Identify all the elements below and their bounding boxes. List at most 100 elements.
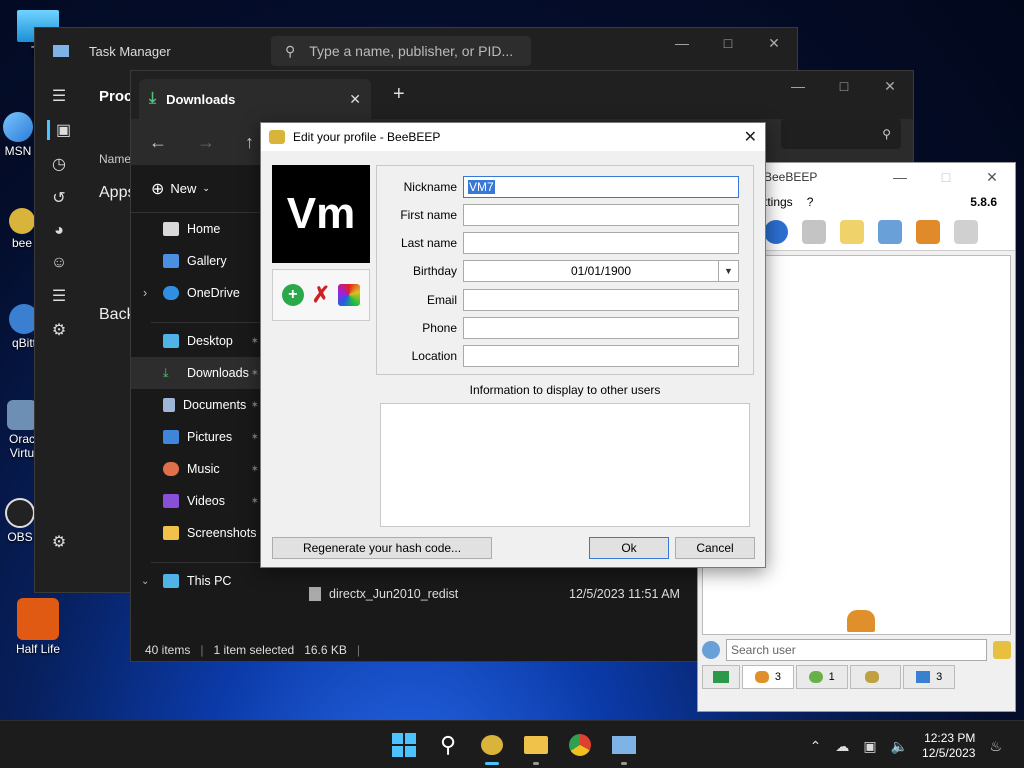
users-icon[interactable]: ☺ xyxy=(51,254,67,272)
start-button[interactable] xyxy=(388,729,420,761)
maximize-button[interactable]: □ xyxy=(821,71,867,101)
new-button-label: New xyxy=(170,181,197,196)
sidebar-item-home[interactable]: Home xyxy=(131,213,261,245)
close-button[interactable]: ✕ xyxy=(969,163,1015,191)
sidebar-item-pictures[interactable]: Pictures ✶ xyxy=(131,421,261,453)
hamburger-menu-icon[interactable]: ☰ xyxy=(52,86,66,106)
chevron-down-icon[interactable]: ▼ xyxy=(718,261,738,281)
phone-label: Phone xyxy=(422,321,457,335)
download-icon: ⤓ xyxy=(149,90,157,107)
users-icon xyxy=(754,671,769,683)
new-tab-button[interactable]: + xyxy=(393,83,405,106)
plugin-icon[interactable] xyxy=(878,219,902,244)
sidebar-item-screenshots[interactable]: Screenshots xyxy=(131,517,261,549)
close-button[interactable]: ✕ xyxy=(867,71,913,101)
phone-field[interactable] xyxy=(463,317,739,339)
sidebar-item-onedrive[interactable]: › OneDrive xyxy=(131,277,261,309)
tab-chats[interactable]: 1 xyxy=(795,665,848,689)
startup-apps-icon[interactable]: ◕ xyxy=(54,222,64,240)
search-settings-icon[interactable] xyxy=(702,641,720,659)
tab-groups[interactable] xyxy=(849,665,902,689)
tab-home[interactable] xyxy=(702,665,740,689)
close-tab-icon[interactable]: ✕ xyxy=(349,91,361,108)
trash-icon[interactable] xyxy=(954,219,978,244)
menu-settings[interactable]: ttings xyxy=(764,195,793,209)
sidebar-item-this-pc[interactable]: ⌄ This PC xyxy=(131,565,261,597)
edit-icon[interactable] xyxy=(840,219,864,244)
profile-form: Nickname VM7 First name Last name Birthd… xyxy=(376,165,754,375)
email-field[interactable] xyxy=(463,289,739,311)
processes-icon[interactable]: ▣ xyxy=(46,120,71,140)
volume-muted-icon[interactable]: 🔈 xyxy=(891,738,908,755)
download-icon: ⤓ xyxy=(163,365,169,380)
back-arrow-icon[interactable]: ← xyxy=(149,132,167,153)
tab-shares[interactable]: 3 xyxy=(903,665,955,689)
taskbar-chrome[interactable] xyxy=(564,729,596,761)
desktop-icon-half-life[interactable]: Half Life xyxy=(8,598,68,656)
minimize-button[interactable]: — xyxy=(877,163,923,191)
task-manager-column-name[interactable]: Name xyxy=(99,152,131,166)
taskbar-beebeep[interactable] xyxy=(476,729,508,765)
ok-button[interactable]: Ok xyxy=(589,537,669,559)
taskbar-task-manager[interactable] xyxy=(608,729,640,765)
remove-photo-icon[interactable]: ✗ xyxy=(312,282,330,308)
sidebar-item-gallery[interactable]: Gallery xyxy=(131,245,261,277)
dialog-close-icon[interactable]: ✕ xyxy=(744,127,757,147)
close-button[interactable]: ✕ xyxy=(751,28,797,58)
network-off-icon[interactable]: ☁ xyxy=(835,738,849,755)
cancel-button[interactable]: Cancel xyxy=(675,537,755,559)
last-name-field[interactable] xyxy=(463,232,739,254)
chevron-up-icon[interactable]: ⌃ xyxy=(810,738,822,755)
update-icon[interactable] xyxy=(916,219,940,244)
regenerate-hash-button[interactable]: Regenerate your hash code... xyxy=(272,537,492,559)
file-row[interactable]: directx_Jun2010_redist 12/5/2023 11:51 A… xyxy=(309,587,689,601)
services-icon[interactable]: ⚙ xyxy=(52,320,66,340)
sidebar-item-videos[interactable]: Videos ✶ xyxy=(131,485,261,517)
maximize-button[interactable]: □ xyxy=(923,163,969,191)
info-textarea[interactable] xyxy=(380,403,750,527)
taskbar-apps: ⚲ xyxy=(388,729,640,765)
add-photo-icon[interactable]: + xyxy=(281,284,304,306)
sidebar-item-music[interactable]: Music ✶ xyxy=(131,453,261,485)
nickname-field[interactable]: VM7 xyxy=(463,176,739,198)
location-field[interactable] xyxy=(463,345,739,367)
search-user-input[interactable] xyxy=(726,639,987,661)
pin-icon: ✶ xyxy=(250,431,259,443)
network-icon[interactable] xyxy=(764,219,788,244)
message-icon[interactable] xyxy=(802,219,826,244)
forward-arrow-icon[interactable]: → xyxy=(197,132,215,153)
sidebar-item-desktop[interactable]: Desktop ✶ xyxy=(131,325,261,357)
performance-icon[interactable]: ◷ xyxy=(52,154,66,174)
color-picker-icon[interactable] xyxy=(338,284,361,306)
dialog-title: Edit your profile - BeeBEEP xyxy=(293,130,441,144)
task-manager-search[interactable]: ⚲ Type a name, publisher, or PID... xyxy=(271,36,531,66)
tab-users-count: 3 xyxy=(774,671,781,683)
sidebar-item-documents[interactable]: Documents ✶ xyxy=(131,389,261,421)
minimize-button[interactable]: — xyxy=(659,28,705,58)
clock-date: 12/5/2023 xyxy=(922,746,976,760)
taskbar-file-explorer[interactable] xyxy=(520,729,552,765)
chevron-down-icon: ⌄ xyxy=(141,575,150,587)
up-arrow-icon[interactable]: ↑ xyxy=(245,132,254,153)
tab-chats-count: 1 xyxy=(828,671,835,683)
maximize-button[interactable]: □ xyxy=(705,28,751,58)
minimize-button[interactable]: — xyxy=(775,71,821,101)
clock[interactable]: 12:23 PM 12/5/2023 xyxy=(922,731,975,761)
display-icon[interactable]: ▣ xyxy=(863,738,876,755)
taskbar-search[interactable]: ⚲ xyxy=(432,729,464,761)
details-icon[interactable]: ☰ xyxy=(52,286,66,306)
notification-bell-icon[interactable]: ♨ xyxy=(989,738,1002,755)
app-history-icon[interactable]: ↺ xyxy=(52,188,65,208)
menu-help[interactable]: ? xyxy=(807,195,814,209)
settings-icon[interactable]: ⚙ xyxy=(52,532,66,552)
sidebar-item-downloads[interactable]: ⤓ Downloads ✶ xyxy=(131,357,261,389)
clear-search-icon[interactable] xyxy=(993,641,1011,659)
tab-users[interactable]: 3 xyxy=(742,665,794,689)
bee-icon xyxy=(481,735,503,755)
explorer-tab-downloads[interactable]: ⤓ Downloads ✕ xyxy=(139,79,371,119)
new-button[interactable]: ⊕ New ⌄ xyxy=(151,179,210,199)
first-name-field[interactable] xyxy=(463,204,739,226)
explorer-search-box[interactable]: ⚲ xyxy=(781,119,901,149)
dialog-titlebar[interactable]: Edit your profile - BeeBEEP ✕ xyxy=(261,123,765,151)
birthday-field[interactable]: 01/01/1900 ▼ xyxy=(463,260,739,282)
